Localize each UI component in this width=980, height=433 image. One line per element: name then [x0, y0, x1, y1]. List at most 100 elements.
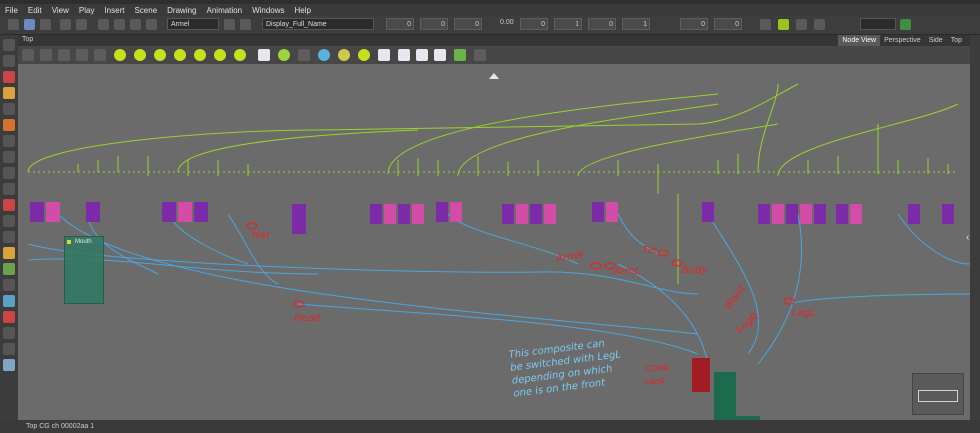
redo-icon[interactable]	[76, 19, 87, 30]
menu-drawing[interactable]: Drawing	[162, 6, 201, 15]
node[interactable]	[384, 204, 396, 224]
eraser-tool-icon[interactable]	[3, 119, 15, 131]
node[interactable]	[370, 204, 382, 224]
node[interactable]	[908, 204, 920, 224]
scale-y-field[interactable]: 0	[588, 18, 616, 30]
eyedropper-icon[interactable]	[3, 215, 15, 227]
ink-tool-icon[interactable]	[3, 295, 15, 307]
node[interactable]	[86, 202, 100, 222]
node[interactable]	[178, 202, 192, 222]
hand-pan-icon[interactable]	[3, 231, 15, 243]
navigator-minimap[interactable]	[912, 373, 964, 415]
hand-tool-icon[interactable]	[3, 167, 15, 179]
node-view-canvas[interactable]: Mouth	[18, 64, 971, 420]
menu-windows[interactable]: Windows	[247, 6, 289, 15]
node[interactable]	[772, 204, 784, 224]
menu-insert[interactable]: Insert	[99, 6, 129, 15]
skew-field[interactable]: 0	[520, 18, 548, 30]
node-library-icon[interactable]	[58, 49, 70, 61]
note-icon[interactable]	[378, 49, 390, 61]
text-tool-icon[interactable]	[3, 135, 15, 147]
shape-tool-icon[interactable]	[3, 103, 15, 115]
fit-view-icon[interactable]	[76, 49, 88, 61]
deformation-icon[interactable]	[278, 49, 290, 61]
align-icon[interactable]	[778, 19, 789, 30]
node[interactable]	[502, 204, 514, 224]
sound-icon[interactable]	[434, 49, 446, 61]
layer-tool-icon[interactable]	[3, 327, 15, 339]
cutter-node-icon[interactable]	[214, 49, 226, 61]
scale-x-field[interactable]: 1	[554, 18, 582, 30]
preferences-icon[interactable]	[474, 49, 486, 61]
map-icon[interactable]	[40, 49, 52, 61]
node[interactable]	[702, 202, 714, 222]
scale-tool-icon[interactable]	[146, 19, 157, 30]
node[interactable]	[412, 204, 424, 224]
node[interactable]	[292, 204, 306, 234]
save-icon[interactable]	[24, 19, 35, 30]
mouth-backdrop[interactable]: Mouth	[64, 236, 104, 304]
palette-icon[interactable]	[398, 49, 410, 61]
pos-z-field[interactable]: 0	[454, 18, 482, 30]
composite-node-icon[interactable]	[154, 49, 166, 61]
grid-tool-icon[interactable]	[3, 279, 15, 291]
new-scene-icon[interactable]	[8, 19, 19, 30]
pos-y-field[interactable]: 0	[420, 18, 448, 30]
brush-tool-icon[interactable]	[3, 71, 15, 83]
lipsync-tool-icon[interactable]	[3, 311, 15, 323]
scale-z-field[interactable]: 1	[622, 18, 650, 30]
pencil-tool-icon[interactable]	[3, 87, 15, 99]
node[interactable]	[530, 204, 542, 224]
peg-icon[interactable]	[224, 19, 235, 30]
transform-tool-icon[interactable]	[114, 19, 125, 30]
navigate-up-arrow-icon[interactable]	[489, 73, 499, 79]
node[interactable]	[46, 202, 60, 222]
menu-help[interactable]: Help	[290, 6, 316, 15]
cable-icon[interactable]	[318, 49, 330, 61]
pos-x-field[interactable]: 0	[386, 18, 414, 30]
rotate-tool-icon[interactable]	[130, 19, 141, 30]
pivot-y-field[interactable]: 0	[714, 18, 742, 30]
bone-tool-icon[interactable]	[3, 263, 15, 275]
composite-node[interactable]	[692, 358, 710, 392]
camera-node-icon[interactable]	[416, 49, 428, 61]
node[interactable]	[436, 202, 448, 222]
peg-node-icon[interactable]	[114, 49, 126, 61]
node[interactable]	[836, 204, 848, 224]
onion-skin-icon[interactable]	[814, 19, 825, 30]
drawing-node-icon[interactable]	[134, 49, 146, 61]
color-swatch-icon[interactable]	[900, 19, 911, 30]
line-tool-icon[interactable]	[3, 199, 15, 211]
undo-icon[interactable]	[60, 19, 71, 30]
node[interactable]	[450, 202, 462, 222]
node[interactable]	[758, 204, 770, 224]
expand-panel-icon[interactable]: ‹	[966, 232, 969, 243]
display-select[interactable]: Display_Full_Name	[262, 18, 374, 30]
menu-play[interactable]: Play	[74, 6, 100, 15]
node[interactable]	[398, 204, 410, 224]
backdrop-icon[interactable]	[258, 49, 270, 61]
node[interactable]	[814, 204, 826, 224]
layout-select[interactable]	[860, 18, 896, 30]
node[interactable]	[30, 202, 44, 222]
menu-file[interactable]: File	[0, 6, 23, 15]
color-card-icon[interactable]	[454, 49, 466, 61]
navigate-up-icon[interactable]	[22, 49, 34, 61]
open-icon[interactable]	[40, 19, 51, 30]
rectangle-tool-icon[interactable]	[3, 151, 15, 163]
menu-animation[interactable]: Animation	[202, 6, 248, 15]
tab-top[interactable]: Top	[947, 35, 966, 46]
effect-icon[interactable]	[338, 49, 350, 61]
node[interactable]	[194, 202, 208, 222]
node[interactable]	[850, 204, 862, 224]
zoom-tool-icon[interactable]	[3, 359, 15, 371]
kinematic-node-icon[interactable]	[234, 49, 246, 61]
lock-icon[interactable]	[240, 19, 251, 30]
paint-bucket-icon[interactable]	[3, 183, 15, 195]
select-tool-icon[interactable]	[3, 39, 15, 51]
node[interactable]	[162, 202, 176, 222]
pivot-x-field[interactable]: 0	[680, 18, 708, 30]
node[interactable]	[606, 202, 618, 222]
transform-tool-icon[interactable]	[3, 247, 15, 259]
menu-view[interactable]: View	[47, 6, 74, 15]
